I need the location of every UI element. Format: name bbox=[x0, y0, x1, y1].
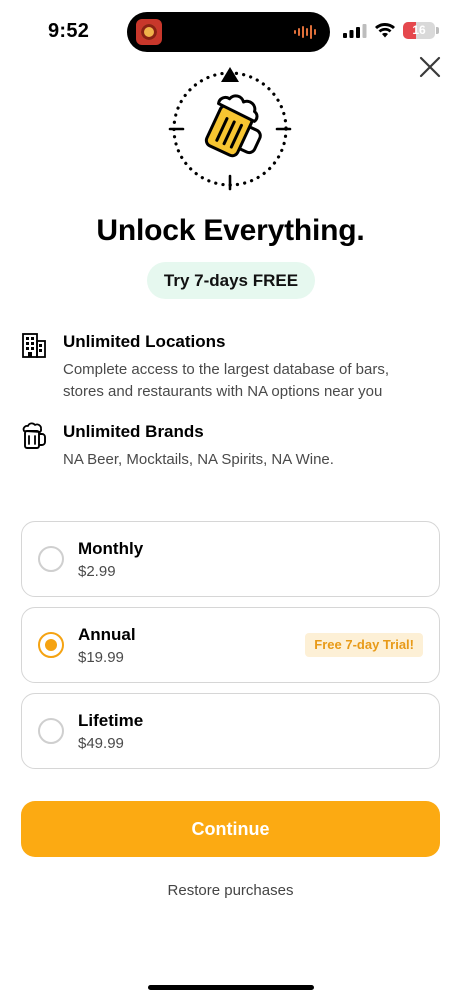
plan-price: $2.99 bbox=[78, 563, 116, 580]
page-title: Unlock Everything. bbox=[96, 214, 365, 247]
paywall-screen: 9:52 16 Unlock Everything. Try 7-days FR… bbox=[0, 0, 461, 1000]
trial-pill: Try 7-days FREE bbox=[147, 262, 315, 299]
battery-level: 16 bbox=[412, 23, 426, 37]
wifi-icon bbox=[375, 23, 395, 38]
continue-button[interactable]: Continue bbox=[21, 801, 440, 857]
status-bar: 9:52 16 bbox=[0, 0, 461, 60]
feature-description: NA Beer, Mocktails, NA Spirits, NA Wine. bbox=[63, 451, 334, 468]
close-icon bbox=[419, 56, 441, 78]
home-indicator[interactable] bbox=[148, 985, 314, 990]
plan-price: $49.99 bbox=[78, 735, 124, 752]
plan-option-annual[interactable]: Annual $19.99 Free 7-day Trial! bbox=[21, 607, 440, 683]
status-time: 9:52 bbox=[48, 20, 90, 42]
plan-name: Monthly bbox=[78, 539, 144, 558]
audio-waveform-icon bbox=[294, 25, 316, 39]
battery-icon: 16 bbox=[403, 22, 435, 39]
beer-mug-icon bbox=[22, 422, 46, 449]
feature-title: Unlimited Locations bbox=[63, 332, 226, 351]
building-icon bbox=[22, 333, 46, 358]
dynamic-island[interactable] bbox=[127, 12, 330, 52]
radio-button[interactable] bbox=[38, 718, 64, 744]
plan-price: $19.99 bbox=[78, 649, 124, 666]
restore-purchases-link[interactable]: Restore purchases bbox=[0, 882, 461, 899]
radio-button[interactable] bbox=[38, 546, 64, 572]
plan-name: Lifetime bbox=[78, 711, 144, 730]
plan-option-monthly[interactable]: Monthly $2.99 bbox=[21, 521, 440, 597]
beer-mug-compass-icon bbox=[168, 67, 292, 191]
feature-title: Unlimited Brands bbox=[63, 422, 204, 441]
radio-button-selected[interactable] bbox=[38, 632, 64, 658]
close-button[interactable] bbox=[416, 53, 444, 81]
battery-cap bbox=[436, 27, 439, 34]
plan-name: Annual bbox=[78, 625, 136, 644]
signal-icon bbox=[343, 24, 367, 38]
live-activity-app-icon bbox=[136, 19, 162, 45]
trial-badge: Free 7-day Trial! bbox=[305, 633, 423, 657]
feature-description: Complete access to the largest database … bbox=[63, 361, 390, 400]
plan-option-lifetime[interactable]: Lifetime $49.99 bbox=[21, 693, 440, 769]
